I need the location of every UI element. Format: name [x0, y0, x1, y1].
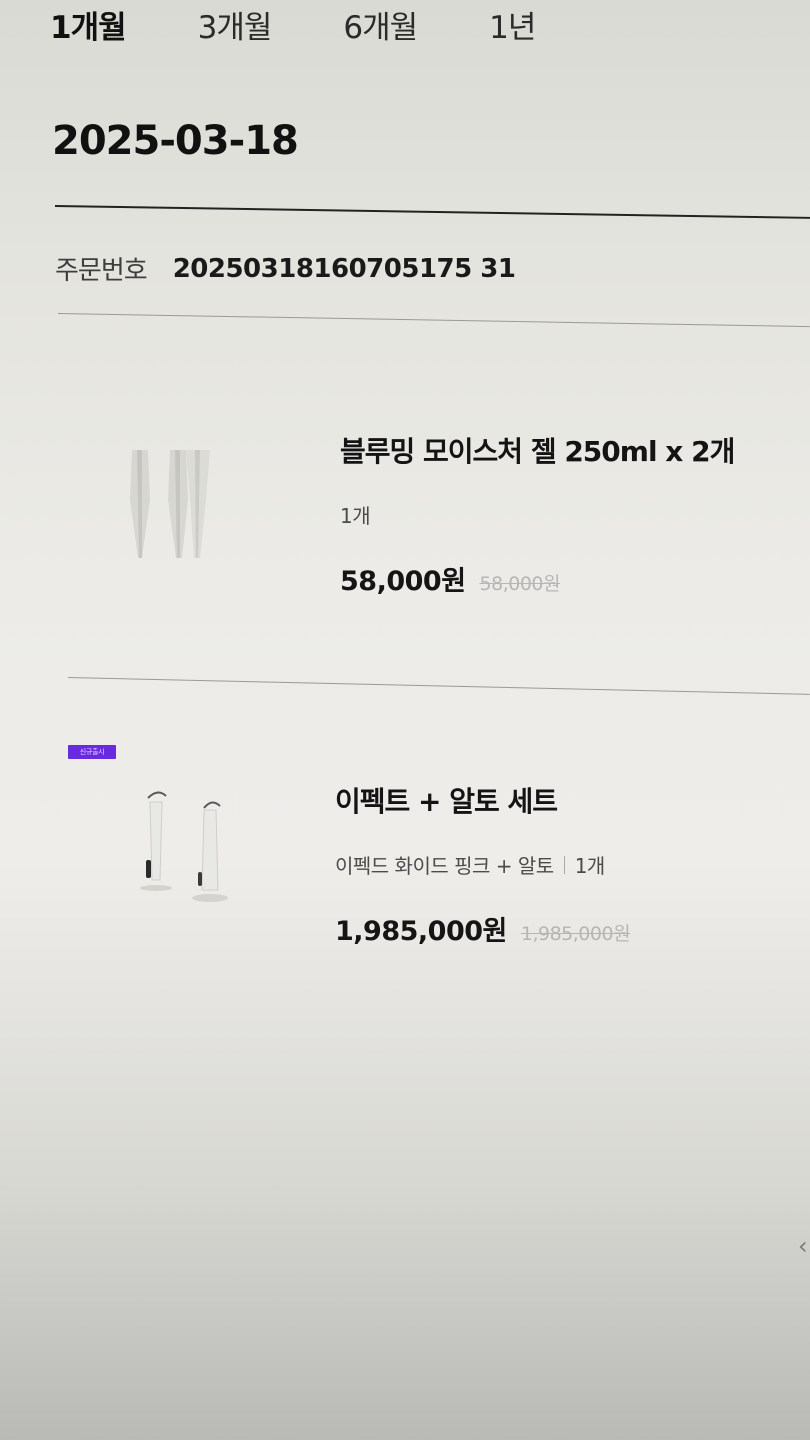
order-number-label: 주문번호	[55, 256, 148, 286]
gel-tubes-image[interactable]	[120, 440, 230, 580]
item-original-price: 58,000원	[479, 573, 561, 595]
item-quantity: 1개	[340, 504, 371, 528]
tab-3-months[interactable]: 3개월	[198, 2, 273, 47]
item-price-row: 1,985,000원 1,985,000원	[335, 909, 631, 948]
order-item-1[interactable]: 블루밍 모이스처 젤 250ml x 2개 1개 58,000원 58,000원	[340, 430, 735, 598]
order-date: 2025-03-18	[52, 118, 299, 164]
new-release-badge: 신규출시	[68, 745, 116, 759]
order-number-value[interactable]: 20250318160705175 31	[173, 254, 516, 284]
item-name[interactable]: 이펙트 + 알토 세트	[335, 780, 630, 820]
item-option-text: 이펙드 화이드 핑크 + 알토	[335, 854, 554, 878]
gel-tubes-icon	[130, 450, 210, 558]
chevron-left-icon[interactable]: ‹	[798, 1232, 808, 1260]
order-number-row: 주문번호 20250318160705175 31	[55, 250, 516, 287]
item-option: 이펙드 화이드 핑크 + 알토 1개	[335, 850, 630, 879]
device-set-icon	[140, 791, 228, 902]
period-filter-tabs: 1개월 3개월 6개월 1년	[50, 0, 607, 48]
item-option: 1개	[340, 500, 734, 529]
item-name[interactable]: 블루밍 모이스처 젤 250ml x 2개	[340, 430, 735, 470]
section-divider	[54, 205, 810, 219]
item-divider	[67, 677, 810, 695]
item-price: 58,000원	[340, 566, 466, 597]
option-separator	[563, 855, 565, 874]
device-set-image[interactable]	[128, 780, 238, 910]
tab-6-months[interactable]: 6개월	[343, 2, 418, 47]
order-history-page: 1개월 3개월 6개월 1년 2025-03-18 주문번호 202503181…	[0, 0, 810, 1440]
tab-1-month[interactable]: 1개월	[50, 2, 127, 47]
order-item-2[interactable]: 이펙트 + 알토 세트 이펙드 화이드 핑크 + 알토 1개 1,985,000…	[335, 780, 631, 948]
item-price: 1,985,000원	[335, 916, 507, 947]
item-price-row: 58,000원 58,000원	[340, 559, 734, 598]
tab-1-year[interactable]: 1년	[489, 2, 536, 47]
item-original-price: 1,985,000원	[520, 923, 631, 945]
item-quantity: 1개	[574, 854, 606, 878]
item-divider	[57, 313, 810, 328]
